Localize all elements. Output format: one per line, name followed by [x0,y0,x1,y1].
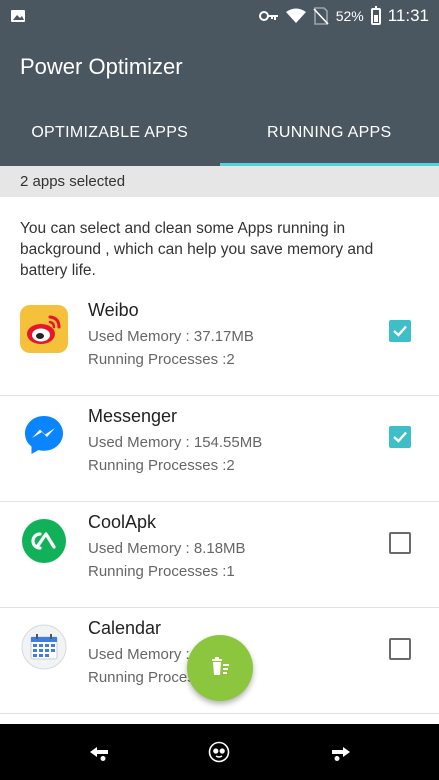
tab-bar: OPTIMIZABLE APPS RUNNING APPS [0,100,439,166]
recents-nav-icon[interactable] [330,741,352,763]
list-item-weibo[interactable]: Weibo Used Memory : 37.17MB Running Proc… [0,290,439,396]
app-name: Calendar [88,618,162,638]
page-title: Power Optimizer [20,54,183,79]
messenger-icon [20,411,68,459]
clock: 11:31 [387,6,429,25]
navigation-bar [0,724,439,780]
status-bar: 52% 11:31 [0,0,439,32]
app-name: CoolApk [88,512,157,532]
app-running-processes: Running Processes :2 [88,457,235,474]
list-item-coolapk[interactable]: CoolApk Used Memory : 8.18MB Running Pro… [0,502,439,608]
selected-count: 2 apps selected [20,173,126,190]
tab-optimizable-apps[interactable]: OPTIMIZABLE APPS [0,100,220,166]
coolapk-icon [20,517,68,565]
battery-percent: 52% [335,8,364,24]
battery-icon [370,5,381,25]
selection-summary: 2 apps selected [0,166,439,197]
app-used-memory: Used Memory : 154.55MB [88,434,263,451]
trash-icon [212,657,229,675]
app-running-processes: Running Processes :2 [88,351,235,368]
app-used-memory: Used Memory : 8.18MB [88,540,246,557]
app-running-processes: Running Processes :1 [88,563,235,580]
back-nav-icon[interactable] [88,741,110,763]
app-used-memory: Used Memory : 37.17MB [88,328,254,345]
app-bar: Power Optimizer [0,32,439,100]
app-select-checkbox[interactable] [389,532,411,554]
no-sim-icon [313,7,329,25]
status-indicators: 52% 11:31 [258,5,429,27]
app-name: Weibo [88,300,139,320]
home-nav-icon[interactable] [208,741,230,763]
clean-apps-button[interactable] [187,635,253,701]
description-text: You can select and clean some Apps runni… [20,220,374,279]
app-select-checkbox[interactable] [389,426,411,448]
weibo-icon [20,305,68,353]
tab-running-apps[interactable]: RUNNING APPS [219,100,439,166]
wifi-icon [285,8,306,23]
image-notification-icon [11,10,25,22]
app-name: Messenger [88,406,178,426]
calendar-icon [20,623,68,671]
app-select-checkbox[interactable] [389,638,411,660]
list-item-messenger[interactable]: Messenger Used Memory : 154.55MB Running… [0,396,439,502]
app-select-checkbox[interactable] [389,320,411,342]
vpn-key-icon [258,11,278,21]
